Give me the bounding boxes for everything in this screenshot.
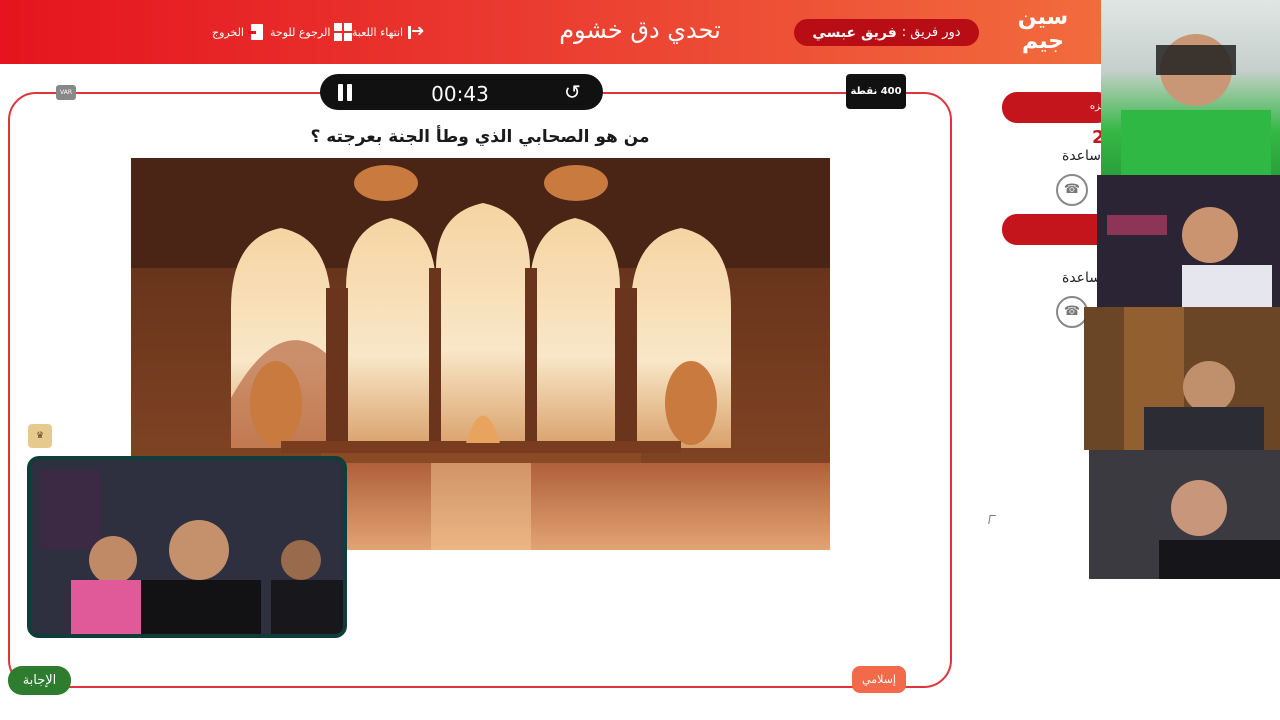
team-turn-indicator: دور فريق : فريق عبسي — [794, 19, 979, 46]
exit-icon — [248, 23, 266, 41]
webcam-player-2 — [1097, 175, 1280, 307]
answer-button[interactable]: الإجابة — [8, 666, 71, 695]
webcam-feed — [1121, 34, 1271, 175]
reset-timer-icon[interactable]: ↺ — [564, 82, 584, 102]
end-game-label: انتهاء اللعبة — [352, 25, 404, 39]
exit-label: الخروج — [212, 25, 244, 39]
board-grid-icon — [334, 23, 353, 41]
webcam-feed — [1097, 175, 1280, 307]
timer-bar: 00:43 ↺ — [320, 74, 603, 110]
help-phone-icon[interactable]: ☎ — [1056, 174, 1088, 206]
webcam-player-3 — [1084, 307, 1280, 450]
webcam-feed — [31, 460, 343, 634]
webcam-feed — [1089, 450, 1280, 579]
var-badge[interactable]: VAR — [56, 85, 76, 100]
team2-help-label: ساعدة — [1062, 270, 1102, 286]
webcam-player-1 — [1101, 0, 1280, 175]
mouse-cursor — [988, 515, 996, 524]
webcam-host-panel — [27, 456, 347, 638]
brand-logo: سين جيم — [1017, 5, 1069, 54]
end-game-icon — [407, 21, 425, 41]
webcam-feed — [1084, 307, 1280, 450]
exit-link[interactable]: الخروج — [212, 22, 266, 42]
webcam-player-4 — [1089, 450, 1280, 579]
team1-help-label: ساعدة — [1062, 148, 1102, 164]
turn-team-name: فريق عبسي — [812, 24, 897, 41]
points-badge: 400 نقطة — [846, 74, 906, 109]
turn-label: دور فريق : — [901, 25, 961, 40]
team2-name-pill — [1002, 214, 1112, 245]
category-tag: إسلامي — [852, 666, 906, 693]
question-text: من هو الصحابي الذي وطأ الجنة بعرجته ؟ — [310, 127, 650, 147]
back-to-board-label: الرجوع للوحة — [270, 25, 331, 39]
top-header: سين جيم دور فريق : فريق عبسي تحدي دق خشو… — [0, 0, 1280, 64]
pause-icon[interactable] — [337, 84, 353, 101]
back-to-board-link[interactable]: الرجوع للوحة — [270, 22, 353, 42]
game-title: تحدي دق خشوم — [559, 16, 721, 44]
timer-display: 00:43 — [431, 82, 489, 106]
end-game-link[interactable]: انتهاء اللعبة — [352, 21, 425, 42]
team1-name-pill: مزه — [1002, 92, 1112, 123]
crown-icon: ♛ — [28, 424, 52, 448]
